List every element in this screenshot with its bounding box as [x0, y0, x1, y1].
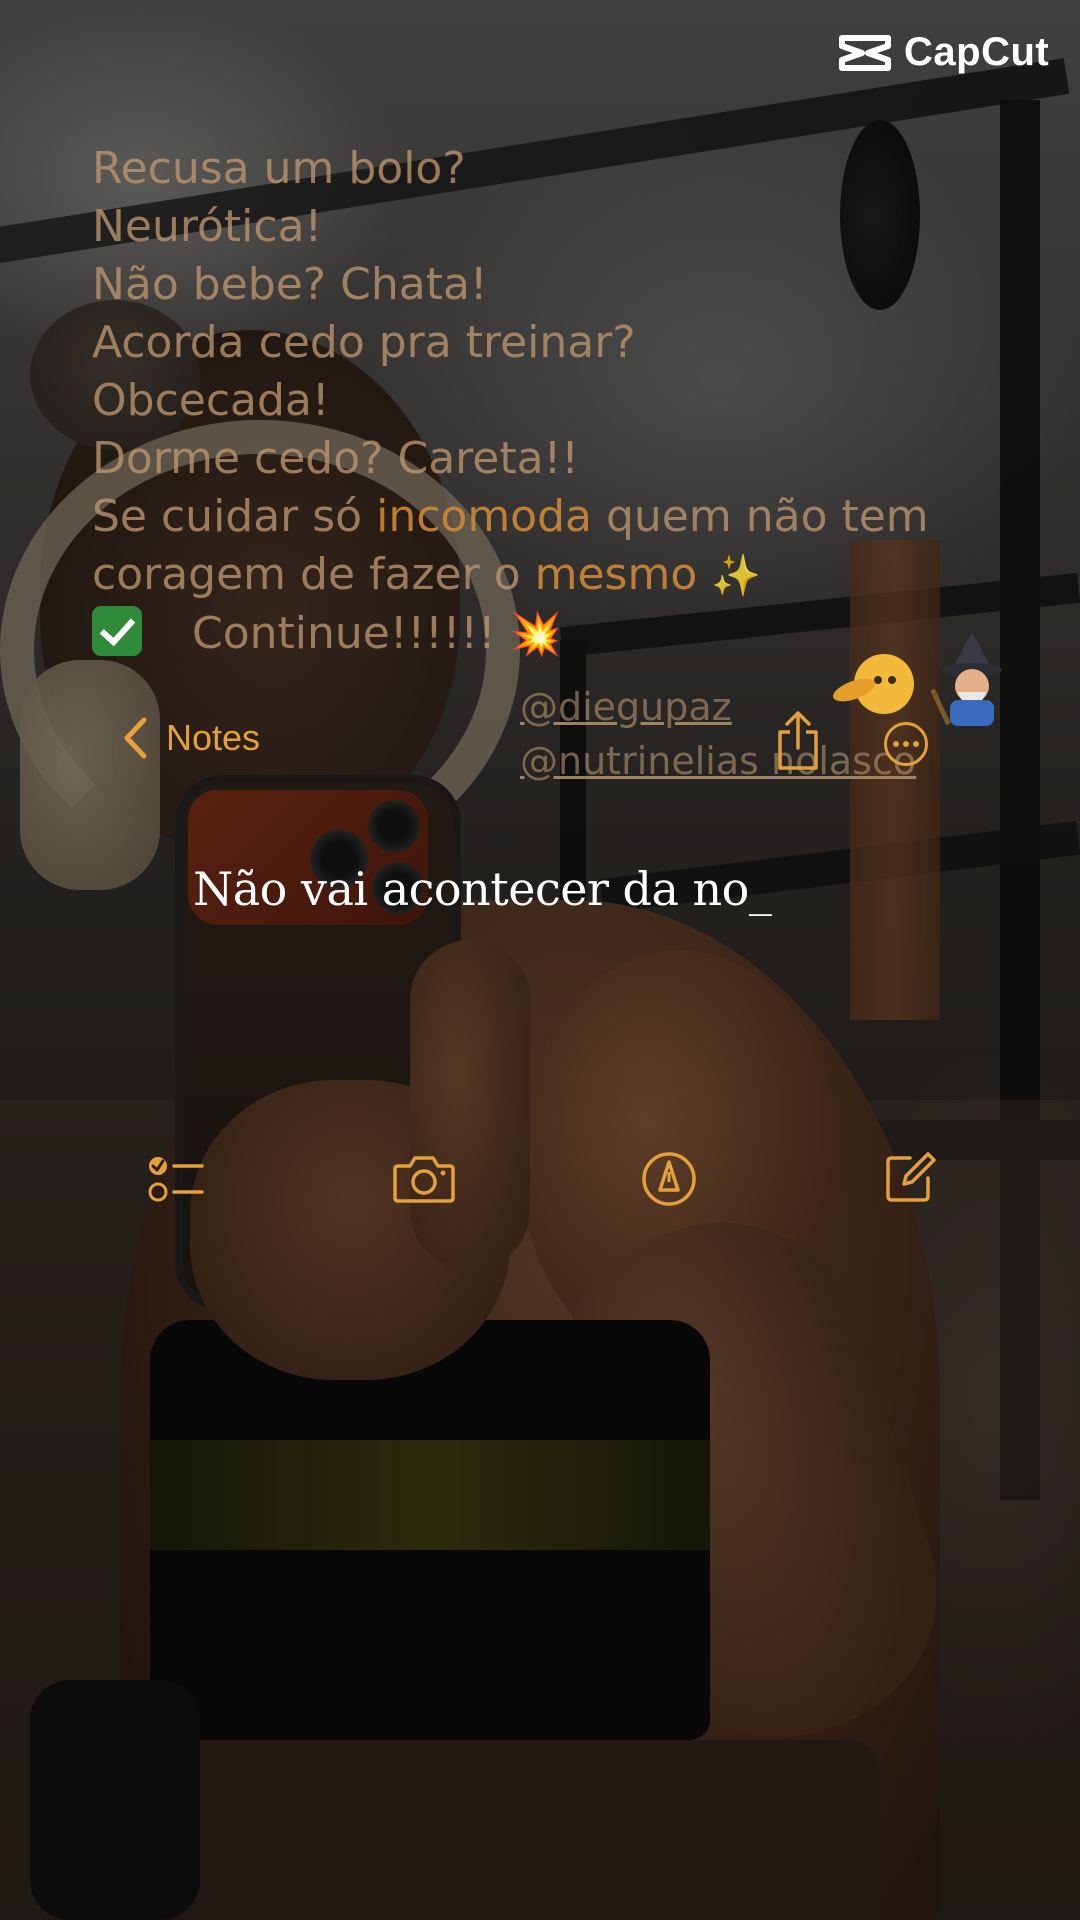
mage-icon [930, 632, 1002, 726]
camera-icon [393, 1156, 455, 1203]
quote-text: Continue!!!!!! [192, 608, 496, 659]
emoji-stickers [833, 632, 1002, 726]
share-icon [778, 711, 818, 770]
capcut-logo-icon [839, 34, 891, 71]
capcut-watermark: CapCut [838, 30, 1049, 75]
share-button[interactable] [774, 710, 822, 777]
markup-button[interactable] [640, 1150, 698, 1213]
back-button[interactable]: Notes [122, 716, 260, 760]
quote-highlight: mesmo [534, 549, 698, 600]
quote-line: Dorme cedo? Careta!! [92, 433, 579, 484]
sparkles-icon: ✨ [711, 553, 762, 599]
ellipsis-dot [913, 741, 919, 747]
pen-tip-icon [642, 1152, 696, 1206]
quote-text: quem não tem [592, 491, 929, 542]
ellipsis-dot [893, 741, 899, 747]
quote-line: Neurótica! [92, 201, 323, 252]
quote-line: Obcecada! [92, 375, 330, 426]
quote-line: Recusa um bolo? [92, 143, 466, 194]
quote-highlight: incomoda [376, 491, 592, 542]
quote-line: Acorda cedo pra treinar? [92, 317, 636, 368]
capcut-brand-text: CapCut [904, 30, 1050, 74]
quote-text: Se cuidar só [92, 491, 377, 542]
overlay-quote: Recusa um bolo? Neurótica! Não bebe? Cha… [92, 140, 992, 663]
checkmark-icon [92, 606, 142, 656]
quote-line: Se cuidar só incomoda quem não tem [92, 488, 992, 546]
compose-icon [886, 1152, 936, 1202]
quote-line: Não bebe? Chata! [92, 259, 488, 310]
saluting-face-icon [833, 654, 914, 714]
compose-button[interactable] [884, 1150, 936, 1209]
camera-button[interactable] [392, 1150, 456, 1213]
chevron-left-icon [124, 717, 147, 759]
ellipsis-dot [903, 741, 909, 747]
back-button-label: Notes [166, 717, 261, 758]
checklist-button[interactable] [146, 1150, 204, 1213]
note-toolbar [0, 1150, 1080, 1230]
note-body-text[interactable]: Não vai acontecer da no_ [193, 862, 772, 916]
checklist-icon [148, 1157, 204, 1202]
quote-text: coragem de fazer o [92, 549, 535, 600]
mention-handle[interactable]: @nutrinelias nolasco [520, 734, 916, 788]
collision-icon: 💥 [509, 609, 562, 658]
quote-line: coragem de fazer o mesmo ✨ [92, 546, 992, 605]
